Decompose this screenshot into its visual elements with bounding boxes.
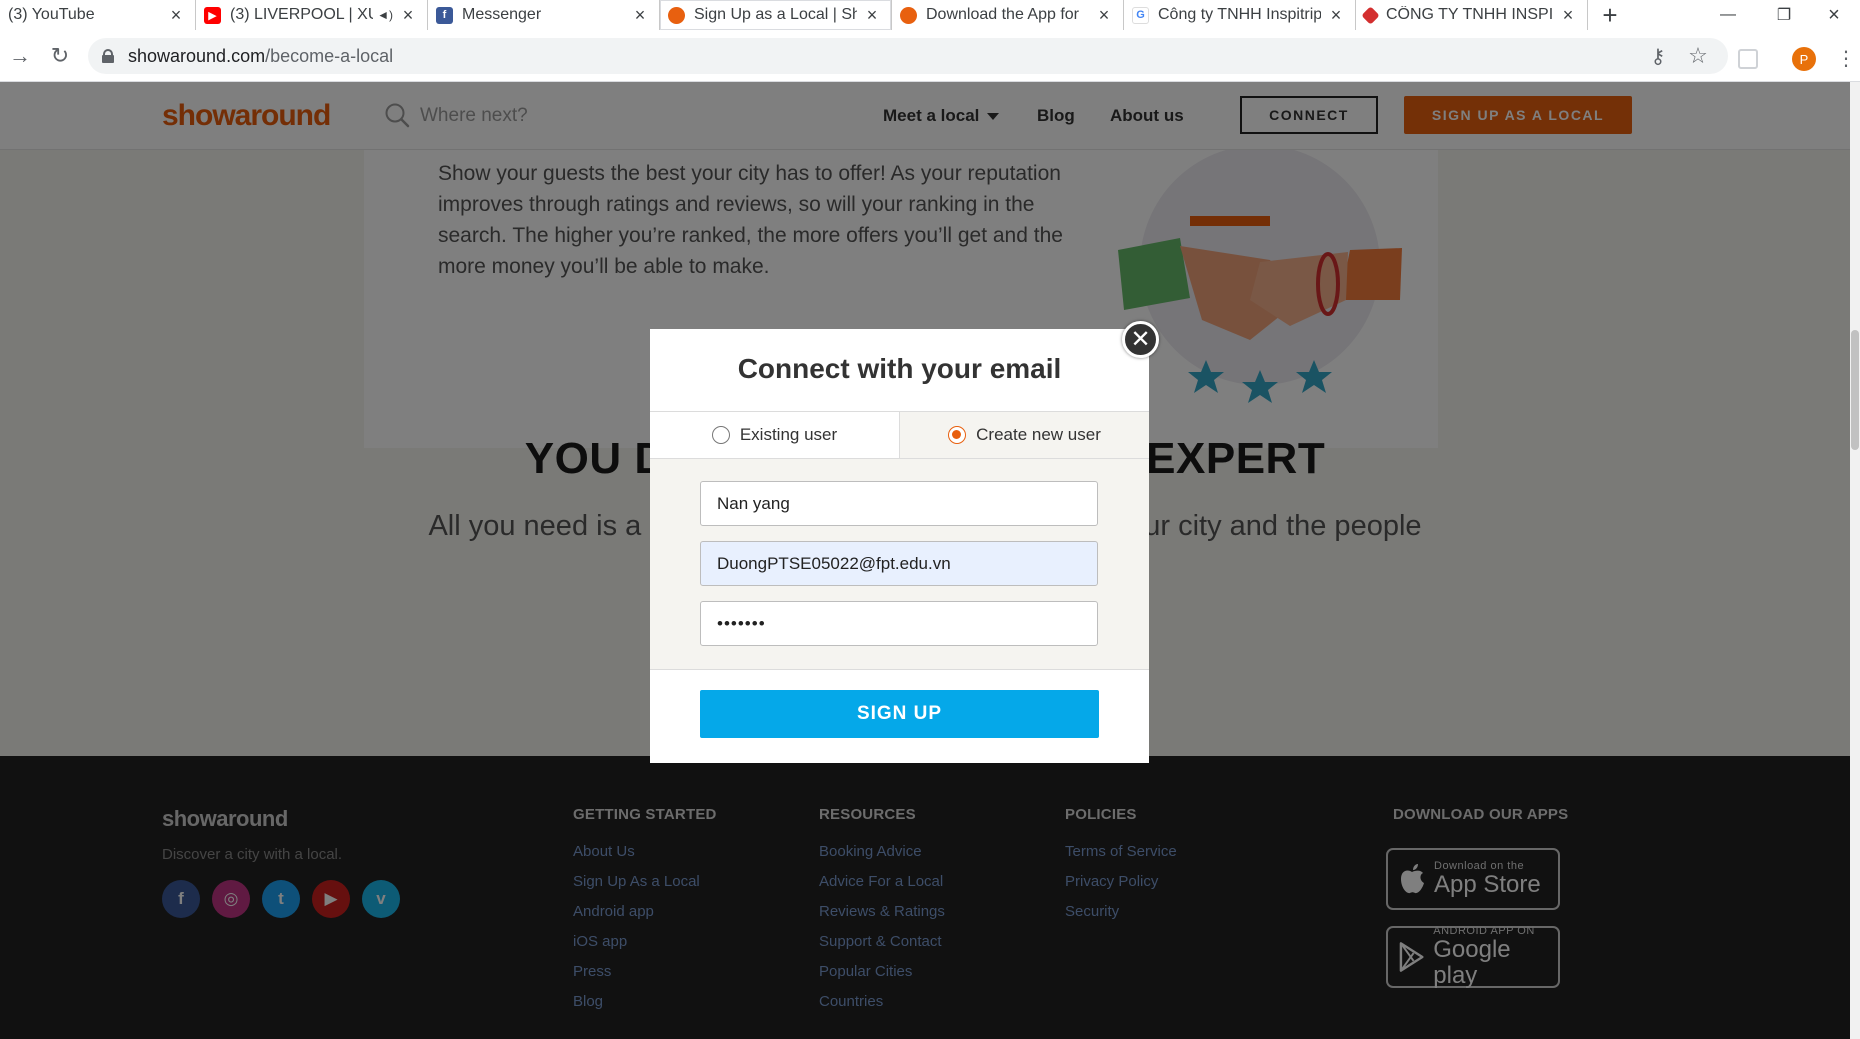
restore-button[interactable]: ❐ [1756,0,1812,30]
password-field[interactable] [700,601,1098,646]
tab-existing-label: Existing user [739,425,838,444]
browser-toolbar: → ↻ showaround.com/become-a-local ⚷ ☆ [0,30,1860,82]
close-tab-icon[interactable]: × [167,5,185,26]
new-tab-button[interactable]: + [1588,0,1632,30]
youtube-icon: ▶ [204,6,221,24]
tab-new-label: Create new user [976,425,1101,444]
menu-icon[interactable]: ⋮ [1836,46,1856,71]
reload-icon[interactable]: ↻ [42,38,78,74]
tab-showaround-signup[interactable]: Sign Up as a Local | Sh × [660,0,892,30]
url-host: showaround.com [128,45,266,66]
minimize-button[interactable]: — [1700,0,1756,30]
name-field[interactable] [700,481,1098,526]
profile-avatar[interactable]: P [1792,47,1816,71]
radio-create-new-user[interactable] [948,426,967,444]
bookmark-star-icon[interactable]: ☆ [1680,38,1716,74]
browser-tab-strip: (3) YouTube × ▶ (3) LIVERPOOL | XU ◄) × … [0,0,1860,30]
tab-title: CÔNG TY TNHH INSPI [1386,6,1553,23]
window-close-button[interactable]: × [1806,0,1860,30]
tab-messenger[interactable]: f Messenger × [428,0,660,30]
close-tab-icon[interactable]: × [1327,5,1345,26]
scrollbar-thumb[interactable] [1851,330,1859,450]
lock-icon [102,49,114,63]
speaker-icon[interactable]: ◄) [377,8,393,22]
showaround-icon [900,6,917,24]
signup-form [650,459,1149,670]
close-tab-icon[interactable]: × [1559,5,1577,26]
tab-title: (3) LIVERPOOL | XU [230,6,374,23]
tab-title: Download the App for [926,6,1079,23]
tab-youtube[interactable]: (3) YouTube × [0,0,196,30]
facebook-icon: f [436,6,453,24]
tab-google-inspitrip[interactable]: G Công ty TNHH Inspitrip × [1124,0,1356,30]
tab-showaround-download[interactable]: Download the App for × [892,0,1124,30]
tab-title: Công ty TNHH Inspitrip [1158,6,1321,23]
tab-inspitrip[interactable]: CÔNG TY TNHH INSPI × [1356,0,1588,30]
radio-existing-user[interactable] [711,426,730,444]
tab-title: Messenger [462,6,542,23]
inspitrip-icon [1361,5,1380,25]
forward-icon[interactable]: → [2,38,38,74]
page-viewport: showaround Meet a local Blog About us CO… [0,82,1850,1039]
email-field[interactable] [700,541,1098,586]
tab-liverpool[interactable]: ▶ (3) LIVERPOOL | XU ◄) × [196,0,428,30]
user-type-tabs: Existing user Create new user [650,411,1149,459]
key-icon[interactable]: ⚷ [1640,38,1676,74]
google-icon: G [1132,6,1149,24]
tab-title: Sign Up as a Local | Sh [694,6,857,23]
close-tab-icon[interactable]: × [631,5,649,26]
sign-up-button[interactable]: SIGN UP [700,690,1099,738]
close-tab-icon[interactable]: × [1095,5,1113,26]
extension-icon[interactable] [1738,49,1758,69]
tab-existing-user[interactable]: Existing user [650,412,899,458]
close-tab-icon[interactable]: × [399,5,417,26]
showaround-icon [668,6,685,24]
close-tab-icon[interactable]: × [863,5,881,26]
modal-title: Connect with your email [737,353,1062,384]
address-bar[interactable]: showaround.com/become-a-local [88,38,1728,74]
tab-title: (3) YouTube [8,6,95,23]
connect-email-modal: Connect with your email Existing user Cr… [650,329,1149,763]
url-path: /become-a-local [265,45,394,66]
close-icon[interactable]: ✕ [1122,321,1159,358]
page-scrollbar[interactable] [1850,82,1860,1039]
tab-create-new-user[interactable]: Create new user [899,412,1149,458]
